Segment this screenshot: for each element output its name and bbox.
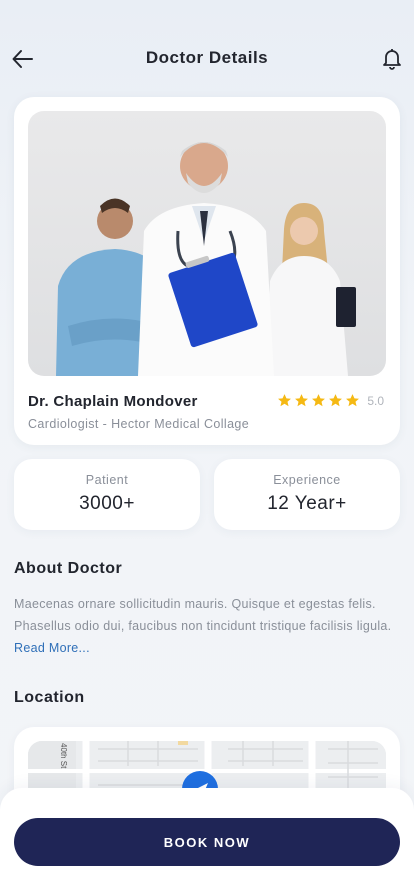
stat-value: 12 Year+	[267, 493, 347, 514]
doctor-card: Dr. Chaplain Mondover Cardiologist - Hec…	[14, 97, 400, 445]
stat-label: Experience	[273, 473, 341, 487]
read-more-link[interactable]: Read More...	[14, 641, 90, 655]
star-icon	[278, 394, 292, 407]
street-label: 40th St	[59, 743, 68, 769]
about-title: About Doctor	[14, 560, 123, 577]
doctor-specialty: Cardiologist - Hector Medical Collage	[28, 417, 250, 431]
about-body: Maecenas ornare sollicitudin mauris. Qui…	[14, 597, 392, 633]
location-title: Location	[14, 689, 85, 706]
star-icon	[295, 394, 309, 407]
patient-stat-card: Patient 3000+	[14, 459, 200, 530]
rating-value: 5.0	[367, 393, 384, 408]
stat-value: 3000+	[79, 493, 135, 514]
doctor-photo	[28, 111, 386, 376]
header-bar: Doctor Details	[0, 36, 414, 80]
page-title: Doctor Details	[145, 48, 269, 67]
rating: 5.0	[277, 393, 384, 408]
experience-stat-card: Experience 12 Year+	[214, 459, 400, 530]
star-icon	[329, 394, 343, 407]
doctor-name: Dr. Chaplain Mondover	[28, 393, 198, 410]
back-button[interactable]	[10, 46, 36, 72]
stat-label: Patient	[85, 473, 129, 487]
bottom-action-bar: BOOK NOW	[0, 788, 414, 896]
notifications-button[interactable]	[380, 46, 404, 70]
bell-icon	[383, 49, 401, 70]
star-icon	[312, 394, 326, 407]
star-icon	[346, 394, 360, 407]
book-now-button[interactable]: BOOK NOW	[14, 818, 400, 866]
arrow-left-icon	[12, 50, 33, 68]
about-text: Maecenas ornare sollicitudin mauris. Qui…	[14, 593, 400, 659]
